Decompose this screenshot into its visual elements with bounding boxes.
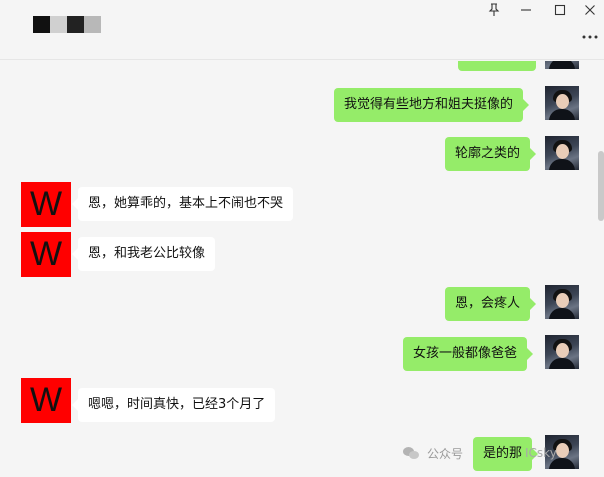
watermark-text: 公众号 xyxy=(427,446,464,461)
message-bubble[interactable]: 嗯嗯，时间真快，已经3个月了 xyxy=(71,388,276,422)
chat-title-redacted xyxy=(33,16,101,33)
title-block xyxy=(33,16,50,33)
avatar[interactable] xyxy=(545,285,579,319)
message-bubble[interactable]: 女孩一般都像爸爸 xyxy=(403,337,534,371)
avatar[interactable] xyxy=(545,335,579,369)
message-bubble[interactable]: 恩，她算乖的，基本上不闹也不哭 xyxy=(71,187,294,221)
wechat-icon xyxy=(403,445,421,461)
message-bubble[interactable]: 恩，和我老公比较像 xyxy=(71,237,216,271)
chat-message-list[interactable]: 我觉得有些地方和姐夫挺像的 轮廓之类的 W 恩，她算乖的，基本上不闹也不哭 W … xyxy=(0,61,604,477)
avatar[interactable]: W xyxy=(21,232,71,277)
title-block xyxy=(67,16,84,33)
more-icon[interactable] xyxy=(580,28,600,48)
pin-icon[interactable] xyxy=(482,3,506,23)
watermark-suffix: ICsky xyxy=(525,446,557,460)
message-bubble[interactable] xyxy=(458,61,536,71)
title-block xyxy=(84,16,101,33)
title-bar xyxy=(0,0,604,60)
scrollbar[interactable] xyxy=(598,151,604,221)
minimize-icon[interactable] xyxy=(514,3,538,23)
avatar[interactable] xyxy=(545,136,579,170)
message-bubble[interactable]: 轮廓之类的 xyxy=(445,137,537,171)
avatar[interactable] xyxy=(545,61,579,69)
close-icon[interactable] xyxy=(578,3,602,23)
avatar[interactable]: W xyxy=(21,378,71,423)
message-bubble[interactable]: 我觉得有些地方和姐夫挺像的 xyxy=(334,88,530,122)
message-bubble[interactable]: 恩，会疼人 xyxy=(445,287,537,321)
maximize-icon[interactable] xyxy=(548,3,572,23)
avatar[interactable] xyxy=(545,86,579,120)
watermark: 公众号 ICsky xyxy=(403,443,557,463)
avatar[interactable]: W xyxy=(21,182,71,227)
title-block xyxy=(50,16,67,33)
